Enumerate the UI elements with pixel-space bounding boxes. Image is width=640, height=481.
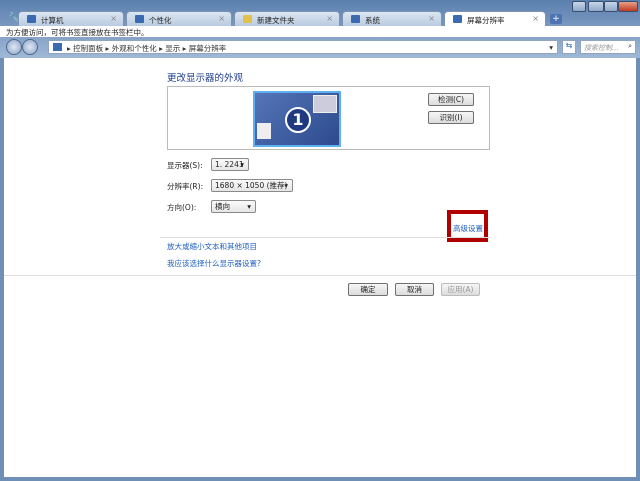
chevron-down-icon: ▾ [247,202,251,211]
chevron-down-icon: ▾ [240,160,244,169]
divider [160,237,490,238]
orientation-select[interactable]: 横向 ▾ [211,200,256,213]
breadcrumb-item[interactable]: 显示 [165,44,180,53]
resolution-label: 分辨率(R): [167,182,204,191]
chevron-down-icon: ▾ [284,181,288,190]
search-icon[interactable]: ⌕ [628,42,632,51]
orientation-value: 横向 [215,202,230,211]
identify-button[interactable]: 识别(I) [428,111,474,124]
search-placeholder: 搜索控制... [584,44,619,52]
close-tab-icon[interactable]: × [326,14,333,23]
close-tab-icon[interactable]: × [532,14,539,23]
ok-button[interactable]: 确定 [348,283,388,296]
personalize-icon [135,15,144,23]
divider [4,275,636,276]
control-panel-icon [53,43,62,51]
tab-label: 系统 [365,16,380,25]
minimize-button[interactable] [588,1,604,12]
window-thumbnail-icon [313,95,337,113]
address-bar[interactable]: ▸ 控制面板 ▸ 外观和个性化 ▸ 显示 ▸ 屏幕分辨率 ▾ [48,40,558,54]
close-tab-icon[interactable]: × [110,14,117,23]
close-button[interactable] [618,1,638,12]
refresh-icon[interactable]: ⇆ [562,40,576,54]
system-icon [351,15,360,23]
tab-label: 个性化 [149,16,172,25]
tab-new-folder[interactable]: 新建文件夹 × [234,11,340,26]
new-tab-button[interactable]: + [550,14,562,24]
maximize-button[interactable] [604,1,618,12]
page-title: 更改显示器的外观 [167,73,244,84]
breadcrumb-item[interactable]: 屏幕分辨率 [189,44,227,53]
window-thumbnail-icon [257,123,271,139]
apply-button[interactable]: 应用(A) [441,283,480,296]
folder-icon [243,15,252,23]
breadcrumb: ▸ 控制面板 ▸ 外观和个性化 ▸ 显示 ▸ 屏幕分辨率 [67,44,227,53]
computer-icon [27,15,36,23]
resolution-value: 1680 × 1050 (推荐) [215,181,288,190]
content-area: 更改显示器的外观 1 检测(C) 识别(I) 显示器(S): 1. 2241 ▾ … [4,58,636,477]
advanced-settings-link[interactable]: 高级设置 [453,223,483,234]
display-select[interactable]: 1. 2241 ▾ [211,158,249,171]
display-icon [453,15,462,23]
display-label: 显示器(S): [167,161,203,170]
tab-label: 屏幕分辨率 [467,16,505,25]
tab-computer[interactable]: 计算机 × [18,11,124,26]
display-preview: 1 检测(C) 识别(I) [167,86,490,150]
back-button[interactable] [6,39,22,55]
bookmark-bar: 为方便访问，可将书签直接放在书签栏中。 [0,26,640,37]
resolution-select[interactable]: 1680 × 1050 (推荐) ▾ [211,179,293,192]
breadcrumb-item[interactable]: 外观和个性化 [112,44,157,53]
tab-screen-resolution[interactable]: 屏幕分辨率 × [444,11,546,27]
user-icon[interactable] [572,1,586,12]
detect-button[interactable]: 检测(C) [428,93,474,106]
monitor-1[interactable]: 1 [253,91,341,147]
search-input[interactable]: 搜索控制... ⌕ [580,40,636,54]
cancel-button[interactable]: 取消 [395,283,434,296]
tab-system[interactable]: 系统 × [342,11,442,26]
monitor-number: 1 [285,107,311,133]
text-size-link[interactable]: 放大或缩小文本和其他项目 [167,241,257,252]
orientation-label: 方向(O): [167,203,197,212]
tab-personalize[interactable]: 个性化 × [126,11,232,26]
help-link[interactable]: 我应该选择什么显示器设置? [167,258,261,269]
breadcrumb-item[interactable]: 控制面板 [73,44,103,53]
forward-button[interactable] [22,39,38,55]
tab-label: 计算机 [41,16,64,25]
tab-label: 新建文件夹 [257,16,295,25]
dropdown-icon[interactable]: ▾ [549,43,553,52]
browser-chrome: 🔧 计算机 × 个性化 × 新建文件夹 × 系统 × 屏幕分辨率 × + 为方便访问，可将… [0,0,640,58]
close-tab-icon[interactable]: × [428,14,435,23]
close-tab-icon[interactable]: × [218,14,225,23]
